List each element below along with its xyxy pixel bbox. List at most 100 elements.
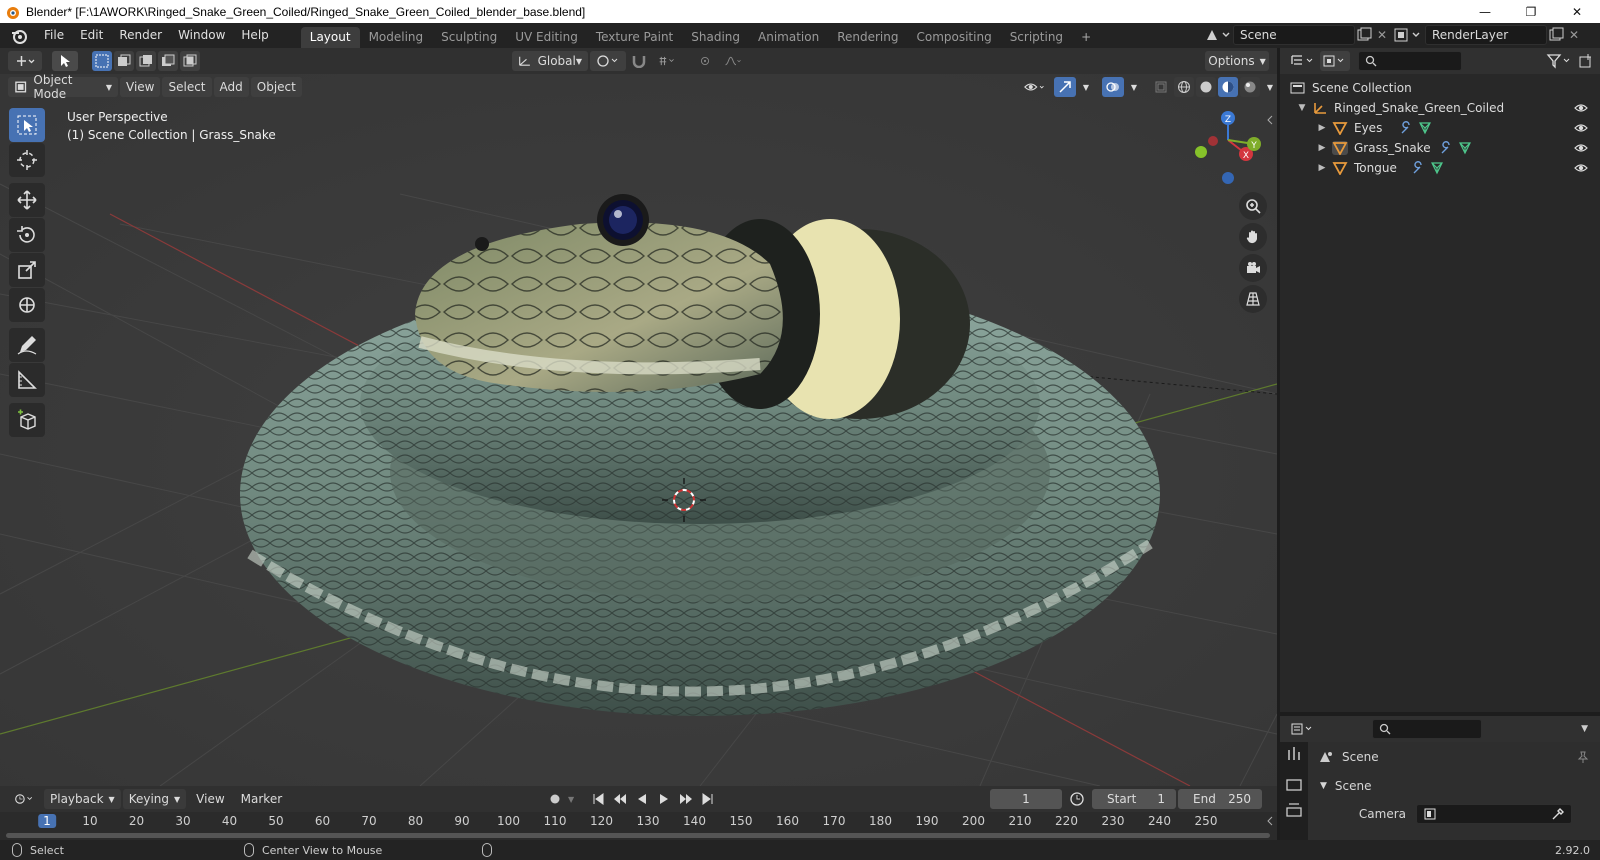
tab-texture-paint[interactable]: Texture Paint (587, 27, 682, 48)
play-button[interactable] (654, 789, 674, 809)
outliner-object-grass-snake[interactable]: ▶ Grass_Snake (1280, 138, 1600, 158)
3d-viewport[interactable]: Z X Y User Perspective (1) Scene Collect… (0, 74, 1277, 786)
view-layer-field[interactable]: RenderLayer (1425, 25, 1547, 45)
visibility-dropdown[interactable] (1018, 77, 1052, 97)
minimize-button[interactable]: — (1462, 0, 1508, 23)
new-scene-icon[interactable] (1355, 26, 1373, 44)
menu-add[interactable]: Add (213, 77, 249, 97)
current-frame-field[interactable]: 1 (990, 789, 1062, 809)
editor-type-button[interactable] (8, 51, 42, 71)
properties-options-chevron-icon[interactable]: ▼ (1581, 724, 1588, 734)
menu-select[interactable]: Select (162, 77, 212, 97)
mode-intersect-icon[interactable] (180, 51, 200, 71)
ortho-grid-icon[interactable] (1239, 285, 1267, 313)
filter-icon[interactable] (1546, 53, 1572, 69)
shading-solid[interactable] (1196, 77, 1216, 97)
maximize-button[interactable]: ❐ (1508, 0, 1554, 23)
shading-rendered[interactable] (1240, 77, 1260, 97)
scene-icon[interactable] (1203, 26, 1233, 44)
menu-view[interactable]: View (120, 77, 161, 97)
pin-icon[interactable] (1576, 750, 1590, 764)
proportional-edit-toggle[interactable] (694, 51, 716, 71)
modifier-wrench-icon[interactable] (1400, 121, 1414, 135)
outliner-search-input[interactable] (1358, 51, 1462, 71)
mode-extend-icon[interactable] (114, 51, 134, 71)
grass-snake-expand-icon[interactable]: ▶ (1316, 143, 1328, 153)
shading-dropdown[interactable]: ▼ (1262, 77, 1278, 97)
tab-compositing[interactable]: Compositing (907, 27, 1000, 48)
snap-target-dropdown[interactable] (652, 51, 682, 71)
shading-material-preview[interactable] (1218, 77, 1238, 97)
collection-expand-icon[interactable]: ▼ (1296, 103, 1308, 113)
tab-sculpting[interactable]: Sculpting (432, 27, 506, 48)
tab-uv-editing[interactable]: UV Editing (506, 27, 587, 48)
mesh-data-icon[interactable] (1458, 141, 1472, 155)
outliner-editor-type[interactable] (1288, 51, 1318, 71)
scene-section-header[interactable]: ▼ Scene (1308, 772, 1600, 800)
grass-snake-visibility-eye-icon[interactable] (1574, 141, 1588, 155)
proportional-falloff-dropdown[interactable] (718, 51, 748, 71)
new-collection-icon[interactable] (1578, 53, 1594, 69)
menu-file[interactable]: File (36, 23, 72, 48)
tab-shading[interactable]: Shading (682, 27, 749, 48)
options-dropdown[interactable]: Options ▼ (1205, 51, 1269, 71)
mesh-data-icon[interactable] (1418, 121, 1432, 135)
camera-view-icon[interactable] (1239, 254, 1267, 282)
tab-rendering[interactable]: Rendering (828, 27, 907, 48)
record-chevron-icon[interactable]: ▼ (568, 795, 574, 804)
menu-object[interactable]: Object (250, 77, 302, 97)
select-mode-button[interactable] (52, 51, 78, 71)
tab-animation[interactable]: Animation (749, 27, 828, 48)
record-toggle[interactable] (544, 789, 566, 809)
timeline-scrollbar[interactable] (6, 833, 1270, 838)
outliner-collection-row[interactable]: ▼ Ringed_Snake_Green_Coiled (1280, 98, 1600, 118)
properties-tab-icons[interactable] (1280, 742, 1308, 832)
delete-view-layer-icon[interactable]: ✕ (1565, 28, 1583, 42)
modifier-wrench-icon[interactable] (1440, 141, 1454, 155)
close-button[interactable]: ✕ (1554, 0, 1600, 23)
menu-marker[interactable]: Marker (233, 789, 290, 809)
menu-window[interactable]: Window (170, 23, 233, 48)
timeline-ruler[interactable]: 1 10 20 30 40 50 60 70 80 90 100 110 120 130 140 150 160… (0, 812, 1277, 832)
modifier-wrench-icon[interactable] (1412, 161, 1426, 175)
xray-toggle[interactable] (1150, 77, 1172, 97)
outliner-object-tongue[interactable]: ▶ Tongue (1280, 158, 1600, 178)
view-layer-icon[interactable] (1391, 26, 1425, 44)
eyedropper-icon[interactable] (1551, 807, 1565, 821)
menu-help[interactable]: Help (233, 23, 276, 48)
tool-measure[interactable] (9, 363, 45, 397)
jump-start-button[interactable] (588, 789, 608, 809)
gizmo-dropdown[interactable]: ▼ (1078, 77, 1094, 97)
menu-edit[interactable]: Edit (72, 23, 111, 48)
tongue-visibility-eye-icon[interactable] (1574, 161, 1588, 175)
mode-subtract-icon[interactable] (136, 51, 156, 71)
blender-logo-icon[interactable] (10, 27, 28, 45)
eyes-visibility-eye-icon[interactable] (1574, 121, 1588, 135)
mesh-data-icon[interactable] (1430, 161, 1444, 175)
gizmo-toggle[interactable] (1054, 77, 1076, 97)
add-workspace-button[interactable]: + (1072, 27, 1100, 48)
menu-timeline-view[interactable]: View (188, 789, 232, 809)
tool-cursor[interactable] (9, 143, 45, 177)
tool-transform[interactable] (9, 288, 45, 322)
tool-add-cube[interactable] (9, 403, 45, 437)
delete-scene-icon[interactable]: ✕ (1373, 28, 1391, 42)
tab-layout[interactable]: Layout (300, 27, 360, 48)
pan-hand-icon[interactable] (1239, 223, 1267, 251)
transform-orientation-dropdown[interactable]: Global ▼ (512, 51, 588, 71)
play-reverse-button[interactable] (632, 789, 652, 809)
end-frame-field[interactable]: End 250 (1178, 789, 1262, 809)
display-mode-dropdown[interactable] (1320, 51, 1350, 71)
timeline-editor-type[interactable] (8, 789, 42, 809)
preview-range-clock-icon[interactable] (1064, 790, 1090, 808)
tab-scripting[interactable]: Scripting (1001, 27, 1072, 48)
timeline-sidebar-toggle-icon[interactable] (1266, 816, 1274, 826)
prev-keyframe-button[interactable] (610, 789, 630, 809)
new-view-layer-icon[interactable] (1547, 26, 1565, 44)
next-keyframe-button[interactable] (676, 789, 696, 809)
overlays-toggle[interactable] (1102, 77, 1124, 97)
start-frame-field[interactable]: Start 1 (1092, 789, 1176, 809)
tongue-expand-icon[interactable]: ▶ (1316, 163, 1328, 173)
tab-modeling[interactable]: Modeling (360, 27, 433, 48)
mode-invert-icon[interactable] (158, 51, 178, 71)
